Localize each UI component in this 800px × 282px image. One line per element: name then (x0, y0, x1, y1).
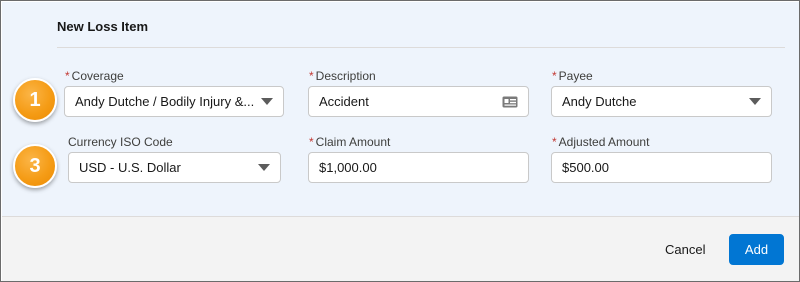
payee-value: Andy Dutche (562, 94, 637, 109)
required-marker: * (309, 135, 314, 149)
chevron-down-icon (258, 164, 270, 171)
payee-select[interactable]: Andy Dutche (551, 86, 772, 117)
description-value: Accident (319, 94, 369, 109)
add-button[interactable]: Add (729, 234, 784, 265)
currency-select[interactable]: USD - U.S. Dollar (68, 152, 281, 183)
coverage-label: * Coverage (65, 69, 124, 83)
currency-label: Currency ISO Code (68, 135, 173, 149)
section-title: New Loss Item (57, 19, 149, 34)
required-marker: * (552, 135, 557, 149)
description-label: * Description (309, 69, 376, 83)
adjusted-amount-value: $500.00 (562, 160, 609, 175)
new-loss-item-dialog: New Loss Item 1 3 * Coverage * Description… (0, 0, 800, 282)
cancel-button[interactable]: Cancel (665, 239, 705, 259)
claim-amount-value: $1,000.00 (319, 160, 377, 175)
currency-value: USD - U.S. Dollar (79, 160, 181, 175)
required-marker: * (309, 69, 314, 83)
coverage-value: Andy Dutche / Bodily Injury &... (75, 94, 255, 109)
description-field[interactable]: Accident (308, 86, 529, 117)
adjusted-amount-field[interactable]: $500.00 (551, 152, 772, 183)
title-divider (57, 47, 785, 48)
claim-amount-label: * Claim Amount (309, 135, 391, 149)
callout-badge-1: 1 (13, 78, 57, 122)
chevron-down-icon (261, 98, 273, 105)
card-icon (502, 96, 518, 107)
claim-amount-field[interactable]: $1,000.00 (308, 152, 529, 183)
required-marker: * (552, 69, 557, 83)
adjusted-amount-label: * Adjusted Amount (552, 135, 650, 149)
coverage-select[interactable]: Andy Dutche / Bodily Injury &... (64, 86, 284, 117)
chevron-down-icon (749, 98, 761, 105)
callout-badge-3: 3 (13, 144, 57, 188)
required-marker: * (65, 69, 70, 83)
payee-label: * Payee (552, 69, 593, 83)
